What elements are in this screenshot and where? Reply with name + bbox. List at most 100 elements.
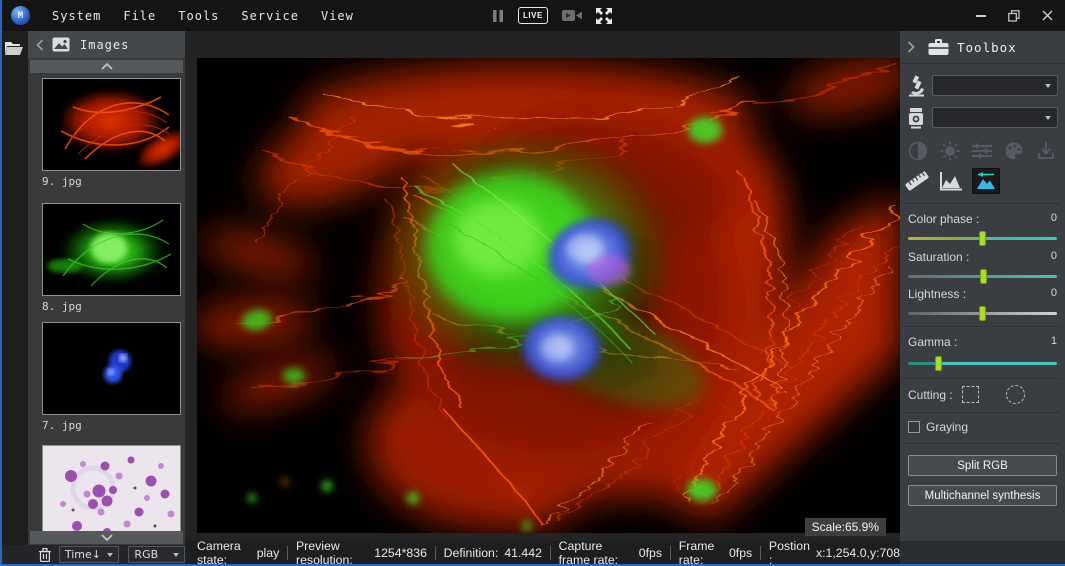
lightness-slider[interactable] <box>908 312 1057 315</box>
channel-mode-value: RGB <box>134 548 158 561</box>
palette-tool-icon[interactable] <box>1002 139 1026 163</box>
thumbnails-scroll-up[interactable] <box>30 60 183 73</box>
graying-label: Graying <box>926 420 968 434</box>
cut-circle-tool[interactable] <box>1006 385 1025 404</box>
window-controls <box>975 0 1053 31</box>
status-bar: Camera state: play Preview resolution: 1… <box>185 541 900 564</box>
menu-service[interactable]: Service <box>241 9 299 23</box>
divider <box>287 546 288 560</box>
app-logo-icon: M <box>11 6 30 25</box>
live-badge[interactable]: LIVE <box>518 7 548 24</box>
color-phase-label: Color phase : <box>908 212 979 228</box>
definition-value: 41.442 <box>504 546 542 560</box>
thumbnail-image-stained[interactable] <box>42 445 181 538</box>
divider <box>904 326 1061 327</box>
frame-rate-label: Frame rate: <box>679 539 723 566</box>
thumbnail-image-green[interactable] <box>42 203 181 296</box>
divider <box>760 546 761 560</box>
status-bar-right-spacer <box>900 541 1065 564</box>
restore-button[interactable] <box>1008 10 1020 22</box>
capture-frame-rate-value: 0fps <box>639 546 662 560</box>
thumbnail-item-stained[interactable] <box>42 445 181 542</box>
pause-icon[interactable] <box>492 9 504 23</box>
images-footer-bar: Time↓ RGB <box>0 545 185 564</box>
thumbnails-scroll-down[interactable] <box>30 531 183 544</box>
delete-trash-icon[interactable] <box>38 547 52 563</box>
menu-tools[interactable]: Tools <box>178 9 219 23</box>
thumbnail-image-blue[interactable] <box>42 322 181 415</box>
divider <box>904 378 1061 379</box>
dropdown-arrow-icon <box>1045 116 1051 120</box>
contrast-tool-icon[interactable] <box>906 139 930 163</box>
color-phase-slider-thumb[interactable] <box>979 231 986 246</box>
menu-file[interactable]: File <box>123 9 156 23</box>
lightness-value: 0 <box>1051 287 1057 303</box>
toolbox-panel: Toolbox <box>900 31 1065 541</box>
split-rgb-button[interactable]: Split RGB <box>908 455 1057 476</box>
color-phase-row: Color phase : 0 <box>908 212 1057 228</box>
brightness-tool-icon[interactable] <box>938 139 962 163</box>
live-microscopy-image[interactable] <box>197 58 900 533</box>
saturation-slider-thumb[interactable] <box>980 269 987 284</box>
left-dock-strip <box>0 31 28 545</box>
levels-tool-icon[interactable] <box>970 139 994 163</box>
cut-rectangle-tool[interactable] <box>962 386 979 403</box>
preview-resolution-value: 1254*836 <box>374 546 427 560</box>
menu-system[interactable]: System <box>52 9 101 23</box>
sort-order-value: Time↓ <box>65 548 101 561</box>
image-adjust-tool-icon-active[interactable] <box>972 168 1000 194</box>
microscope-select-dropdown[interactable] <box>932 75 1058 96</box>
gamma-slider[interactable] <box>908 362 1057 365</box>
lightness-row: Lightness : 0 <box>908 287 1057 303</box>
divider <box>904 203 1061 204</box>
minimize-button[interactable] <box>975 10 987 22</box>
image-viewer[interactable]: Scale:65.9% <box>185 31 900 541</box>
close-button[interactable] <box>1041 10 1053 22</box>
position-value: x:1,254.0,y:708 <box>816 546 900 560</box>
thumbnail-item-7jpg[interactable]: 7. jpg <box>42 322 181 432</box>
divider <box>904 443 1061 444</box>
thumbnail-item-8jpg[interactable]: 8. jpg <box>42 203 181 313</box>
record-video-icon[interactable] <box>562 9 582 22</box>
thumbnail-item-9jpg[interactable]: 9. jpg <box>42 78 181 188</box>
channel-mode-dropdown[interactable]: RGB <box>128 546 185 563</box>
divider <box>904 412 1061 413</box>
divider <box>435 546 436 560</box>
sort-order-dropdown[interactable]: Time↓ <box>59 546 120 563</box>
gamma-slider-thumb[interactable] <box>935 356 942 371</box>
lightness-label: Lightness : <box>908 287 966 303</box>
color-phase-value: 0 <box>1051 212 1057 228</box>
images-panel: Images <box>28 31 185 545</box>
thumbnail-image-red[interactable] <box>42 78 181 171</box>
divider <box>670 546 671 560</box>
frame-rate-value: 0fps <box>729 546 752 560</box>
camera-state-value: play <box>257 546 280 560</box>
white-balance-tool-icon[interactable] <box>1034 139 1058 163</box>
menu-view[interactable]: View <box>321 9 354 23</box>
gamma-label: Gamma : <box>908 335 957 351</box>
graying-checkbox[interactable] <box>908 421 920 433</box>
saturation-label: Saturation : <box>908 250 969 266</box>
multichannel-synthesis-button[interactable]: Multichannel synthesis <box>908 485 1057 506</box>
collapse-left-icon[interactable] <box>36 39 44 51</box>
camera-state-label: Camera state: <box>197 539 251 566</box>
color-phase-slider[interactable] <box>908 237 1057 240</box>
collapse-right-icon[interactable] <box>907 41 915 53</box>
cutting-label: Cutting : <box>908 388 953 402</box>
fullscreen-icon[interactable] <box>596 8 612 24</box>
dropdown-arrow-icon <box>173 553 179 557</box>
microscope-icon <box>907 75 927 97</box>
histogram-tool-icon[interactable] <box>939 169 963 193</box>
toolbox-title: Toolbox <box>957 40 1017 55</box>
saturation-row: Saturation : 0 <box>908 250 1057 266</box>
open-folder-icon[interactable] <box>4 40 24 56</box>
dropdown-arrow-icon <box>1045 84 1051 88</box>
logo-letter: M <box>18 11 23 21</box>
lightness-slider-thumb[interactable] <box>979 306 986 321</box>
camera-select-dropdown[interactable] <box>932 107 1058 128</box>
saturation-slider[interactable] <box>908 275 1057 278</box>
definition-label: Definition: <box>444 546 499 560</box>
thumbnail-label: 9. jpg <box>42 175 181 188</box>
menu-bar: M System File Tools Service View LIVE <box>0 0 1065 31</box>
ruler-measure-tool-icon[interactable] <box>905 169 929 193</box>
